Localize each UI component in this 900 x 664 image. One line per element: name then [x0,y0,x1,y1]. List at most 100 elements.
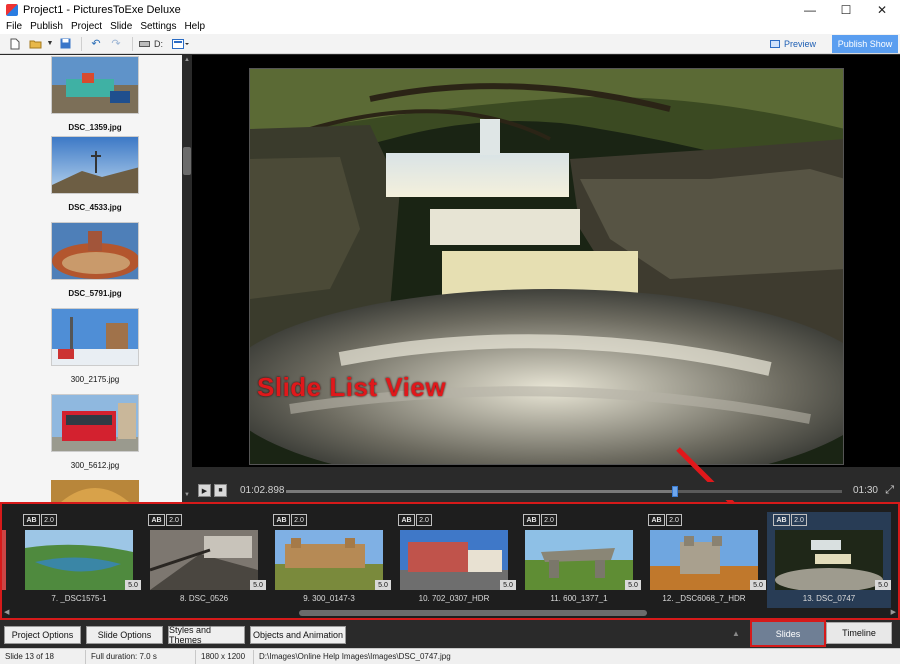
maximize-icon[interactable]: ☐ [828,0,864,20]
slide-item[interactable]: AB 2.0 5.0 7. _DSC1575-1 [17,512,141,608]
menu-file[interactable]: File [2,20,26,34]
tab-timeline[interactable]: Timeline [826,622,892,644]
project-options-button[interactable]: Project Options [4,626,81,644]
view-mode-icon[interactable] [171,36,191,52]
playback-knob[interactable] [672,486,678,497]
status-resolution: 1800 x 1200 [196,649,254,664]
transition-duration[interactable]: 5.0 [750,580,766,590]
transition-duration[interactable]: 5.0 [375,580,391,590]
window-controls: — ☐ ✕ [792,0,900,20]
preview-icon [769,40,780,48]
transition-duration[interactable]: 5.0 [500,580,516,590]
slide-thumbnail [650,530,758,590]
ab-badge[interactable]: AB [273,514,290,526]
transition-duration[interactable]: 5.0 [875,580,891,590]
new-file-icon[interactable] [6,36,24,52]
scroll-up-icon[interactable]: ▲ [182,57,192,63]
app-logo-icon [6,4,18,16]
options-bar: Project Options Slide Options Styles and… [0,620,900,648]
file-item[interactable]: 300_2175.jpg [51,308,139,384]
slide-label: 10. 702_0307_HDR [418,594,490,603]
slide-preview-panel [192,55,900,565]
transition-duration[interactable]: 5.0 [625,580,641,590]
slide-list-view[interactable]: AB 2.0 5.0 7. _DSC1575-1 AB 2.0 5.0 8. D… [0,502,900,620]
ab-badge[interactable]: AB [523,514,540,526]
drive-icon[interactable] [138,36,150,52]
slide-item[interactable]: AB 2.0 5.0 8. DSC_0526 [142,512,266,608]
file-item[interactable]: DSC_4533.jpg [51,136,139,212]
slide-thumbnail [400,530,508,590]
slide-label: 12. _DSC6068_7_HDR [662,594,746,603]
slide-duration[interactable]: 2.0 [666,514,682,526]
slide-item[interactable]: AB 2.0 5.0 9. 300_0147-3 [267,512,391,608]
minimize-icon[interactable]: — [792,0,828,20]
slide-thumbnail [775,530,883,590]
drive-label[interactable]: D: [154,39,163,49]
slide-options-button[interactable]: Slide Options [86,626,163,644]
slide-duration[interactable]: 2.0 [791,514,807,526]
slide-thumbnail [525,530,633,590]
scroll-right-icon[interactable]: ▶ [891,608,896,616]
file-name: DSC_4533.jpg [68,203,122,212]
slide-duration[interactable]: 2.0 [41,514,57,526]
file-list-panel[interactable]: DSC_1359.jpg DSC_4533.jpg DSC_5791.jpg 3… [0,55,182,502]
file-thumbnail [51,136,139,194]
scrollbar-thumb[interactable] [183,147,191,175]
scroll-down-icon[interactable]: ▼ [182,492,192,498]
slide-list-scrollbar[interactable]: ◀ ▶ [2,608,898,618]
playback-bar: ▶ ■ 01:02.898 01:30 ⤢ [192,482,900,500]
fullscreen-icon[interactable]: ⤢ [885,484,894,497]
tab-slides[interactable]: Slides [750,620,826,647]
file-list-scrollbar[interactable]: ▲ ▼ [182,55,192,502]
save-icon[interactable] [56,36,74,52]
slide-item[interactable]: AB 2.0 5.0 12. _DSC6068_7_HDR [642,512,766,608]
file-item[interactable]: 300_5612.jpg [51,394,139,470]
open-folder-icon[interactable] [26,36,44,52]
playback-slider[interactable] [286,486,842,497]
toolbar: ▼ ↶ ↷ D: Preview Publish Show [0,34,900,54]
slide-duration[interactable]: 2.0 [166,514,182,526]
slide-label: 7. _DSC1575-1 [51,594,107,603]
dropdown-icon[interactable]: ▼ [46,36,54,52]
play-icon[interactable]: ▶ [198,484,211,497]
slide-label: 11. 600_1377_1 [550,594,608,603]
file-name: DSC_5791.jpg [68,289,122,298]
ab-badge[interactable]: AB [398,514,415,526]
slide-item[interactable]: AB 2.0 5.0 10. 702_0307_HDR [392,512,516,608]
ab-badge[interactable]: AB [648,514,665,526]
transition-duration[interactable]: 5.0 [125,580,141,590]
annotation-label: Slide List View [257,372,447,402]
menu-publish[interactable]: Publish [26,20,67,34]
transition-duration[interactable]: 5.0 [250,580,266,590]
slide-duration[interactable]: 2.0 [541,514,557,526]
slide-label: 13. DSC_0747 [802,594,856,603]
menu-help[interactable]: Help [180,20,209,34]
menu-slide[interactable]: Slide [106,20,136,34]
app-window: Project1 - PicturesToExe Deluxe — ☐ ✕ Fi… [0,0,900,664]
publish-show-button[interactable]: Publish Show [832,35,898,53]
stop-icon[interactable]: ■ [214,484,227,497]
file-name: DSC_1359.jpg [68,123,122,132]
ab-badge[interactable]: AB [148,514,165,526]
slide-item-selected[interactable]: AB 2.0 5.0 13. DSC_0747 [767,512,891,608]
undo-icon[interactable]: ↶ [87,36,105,52]
file-item[interactable] [51,480,139,502]
menu-project[interactable]: Project [67,20,106,34]
scrollbar-thumb[interactable] [299,610,647,616]
redo-icon[interactable]: ↷ [107,36,125,52]
slide-item[interactable]: AB 2.0 5.0 11. 600_1377_1 [517,512,641,608]
ab-badge[interactable]: AB [23,514,40,526]
objects-animation-button[interactable]: Objects and Animation [250,626,346,644]
collapse-caret-icon[interactable]: ▲ [732,629,740,638]
file-name: 300_2175.jpg [70,375,120,384]
slide-duration[interactable]: 2.0 [416,514,432,526]
styles-themes-button[interactable]: Styles and Themes [168,625,245,645]
menu-settings[interactable]: Settings [136,20,180,34]
slide-duration[interactable]: 2.0 [291,514,307,526]
scroll-left-icon[interactable]: ◀ [4,608,9,616]
file-item[interactable]: DSC_5791.jpg [51,222,139,298]
close-icon[interactable]: ✕ [864,0,900,20]
ab-badge[interactable]: AB [773,514,790,526]
file-item[interactable]: DSC_1359.jpg [51,56,139,132]
preview-button[interactable]: Preview [769,36,816,52]
